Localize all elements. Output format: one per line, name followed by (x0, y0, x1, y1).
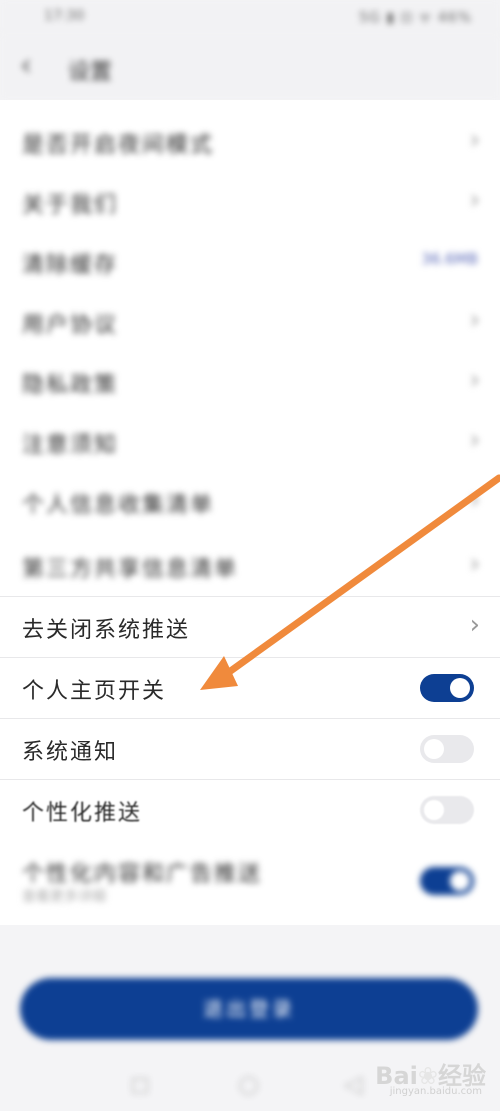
annotation-arrow-icon (200, 474, 500, 690)
arrow-shaft (214, 474, 500, 684)
